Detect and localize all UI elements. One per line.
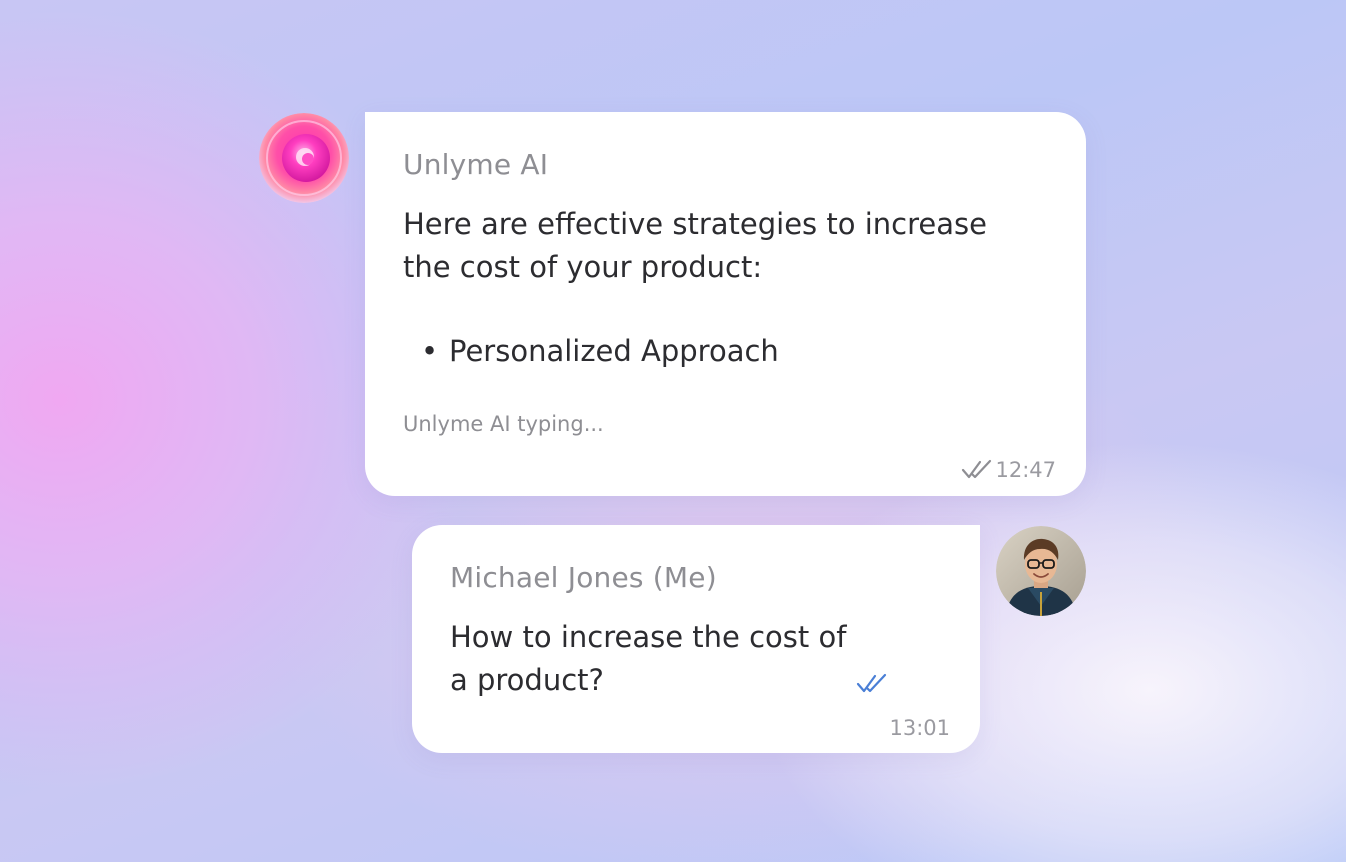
user-sender-name: Michael Jones (Me) (450, 561, 717, 594)
ai-bullet-list: • Personalized Approach (403, 330, 779, 373)
user-message-bubble: Michael Jones (Me) How to increase the c… (412, 525, 980, 753)
ai-orb-icon (259, 113, 349, 203)
ai-sender-name: Unlyme AI (403, 148, 549, 181)
typing-indicator: Unlyme AI typing... (403, 412, 604, 436)
double-check-icon (961, 459, 992, 479)
chat-screen: { "ai_message": { "sender": "Unlyme AI",… (0, 0, 1346, 862)
bullet-icon: • (421, 334, 439, 368)
message-time: 12:47 (995, 458, 1056, 482)
message-time: 13:01 (889, 716, 950, 740)
user-message-text: How to increase the cost of a product? (450, 620, 847, 697)
user-photo-icon (996, 526, 1086, 616)
list-item: • Personalized Approach (403, 330, 779, 373)
user-photo-avatar[interactable] (996, 526, 1086, 616)
ai-avatar[interactable] (259, 113, 349, 203)
ai-message-bubble: Unlyme AI Here are effective strategies … (365, 112, 1086, 496)
double-check-icon (856, 673, 887, 693)
ai-message-text: Here are effective strategies to increas… (403, 207, 987, 284)
bullet-text: Personalized Approach (449, 334, 779, 368)
